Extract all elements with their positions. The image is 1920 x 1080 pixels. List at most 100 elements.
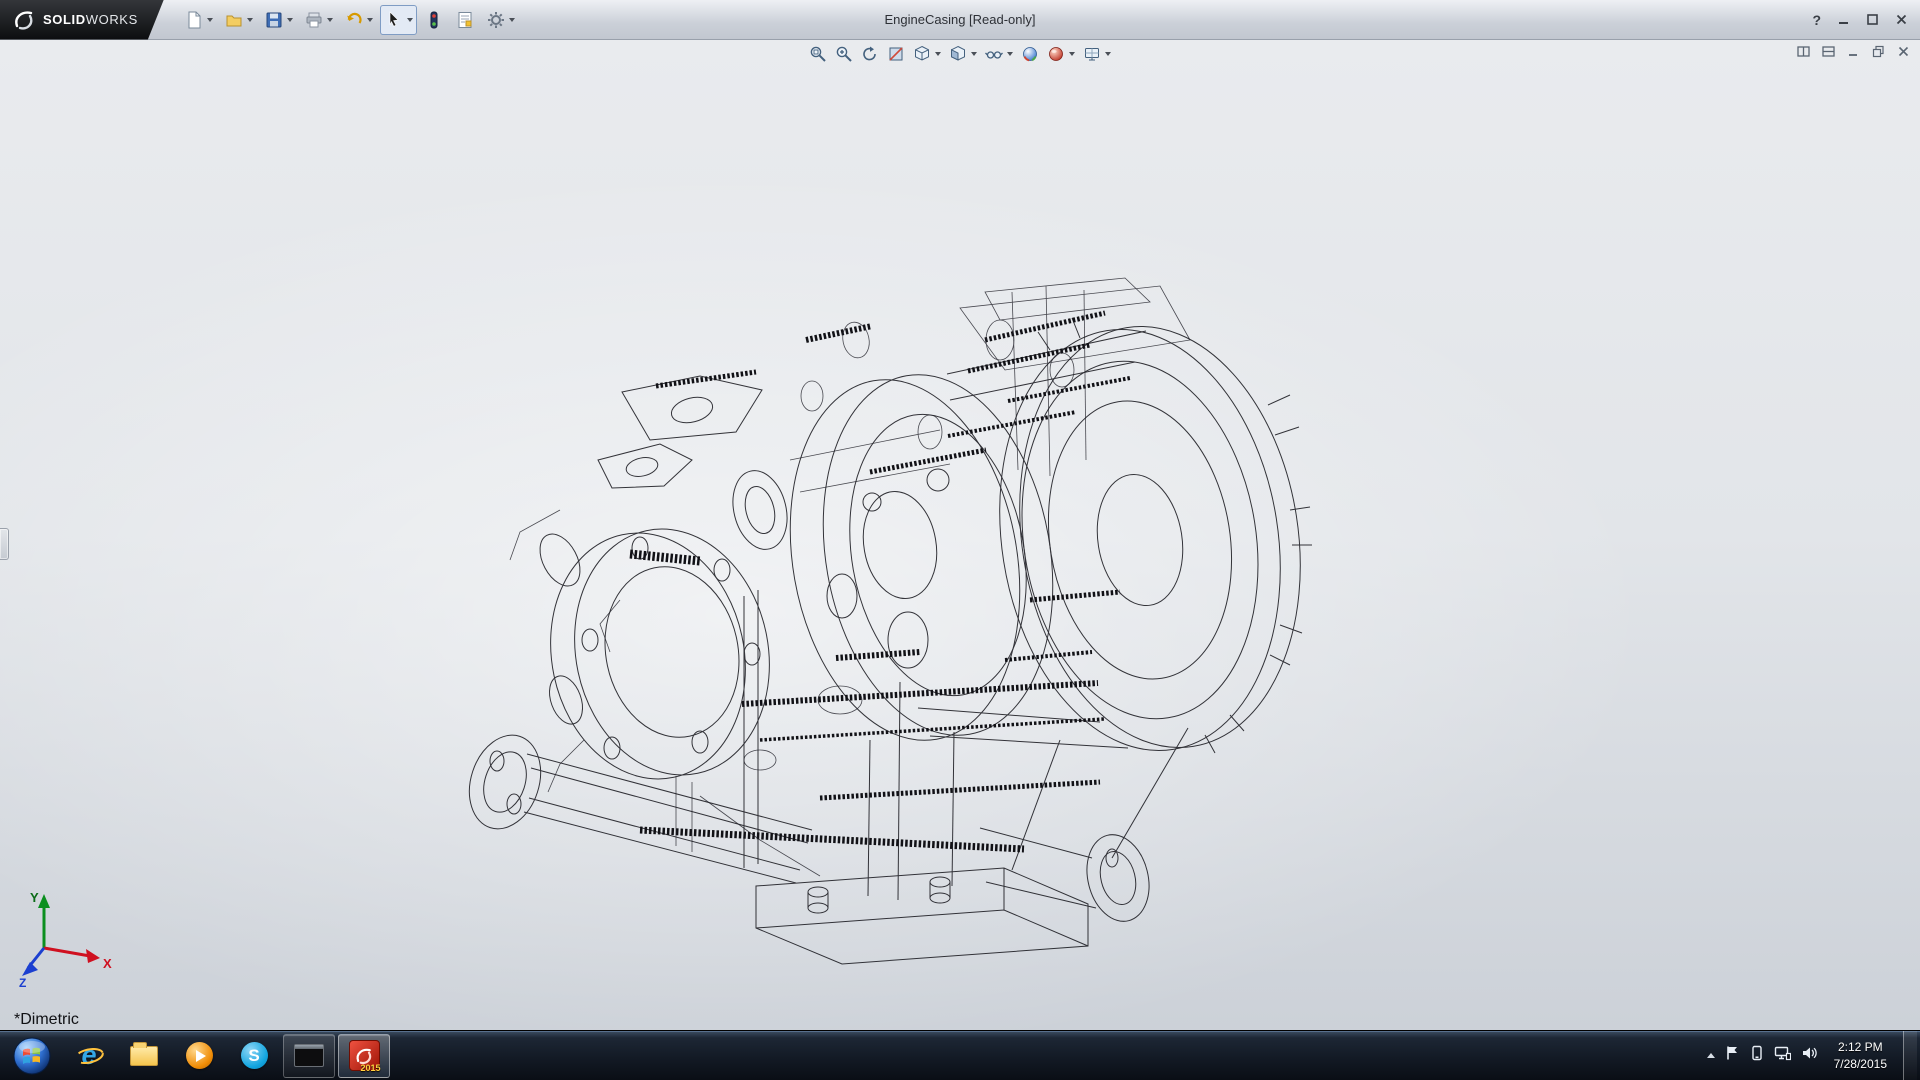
chevron-down-icon[interactable] [407,18,413,22]
chevron-down-icon[interactable] [367,18,373,22]
chevron-down-icon[interactable] [509,18,515,22]
media-player-icon [186,1042,213,1069]
print-button[interactable] [300,5,337,35]
chevron-down-icon[interactable] [1007,52,1013,56]
chevron-down-icon[interactable] [1105,52,1111,56]
taskbar-item-skype[interactable]: S [228,1034,280,1078]
apply-scene-button[interactable] [1047,45,1075,63]
new-document-icon [184,10,204,30]
folder-icon [130,1046,158,1066]
chevron-down-icon[interactable] [1069,52,1075,56]
zoom-to-area-button[interactable] [835,45,853,63]
new-document-button[interactable] [180,5,217,35]
solidworks-logo: SOLIDWORKS [0,0,164,40]
edit-appearance-ball-icon [1021,45,1039,63]
save-icon [264,10,284,30]
maximize-button[interactable] [1866,13,1879,26]
file-properties-icon [455,10,475,30]
pane-split-vertical-icon[interactable] [1797,45,1810,63]
model-wireframe[interactable] [0,40,1920,1030]
document-minimize-button[interactable] [1847,45,1860,63]
taskbar-item-media-player[interactable] [173,1034,225,1078]
select-button[interactable] [380,5,417,35]
device-icon[interactable] [1750,1045,1764,1066]
window-controls: ? [1812,12,1920,28]
system-tray: 2:12 PM 7/28/2015 [1707,1031,1920,1080]
start-button[interactable] [4,1034,60,1078]
chevron-down-icon[interactable] [287,18,293,22]
orientation-triad[interactable]: Y X Z [18,888,118,988]
view-orientation-button[interactable] [913,45,941,63]
display-style-button[interactable] [949,45,977,63]
chevron-down-icon[interactable] [935,52,941,56]
solidworks-window: SOLIDWORKS [0,0,1920,1080]
skype-icon: S [241,1042,268,1069]
taskbar: e S [0,1030,1920,1080]
titlebar: SOLIDWORKS [0,0,1920,40]
apply-scene-icon [1047,45,1065,63]
help-button[interactable]: ? [1812,12,1821,28]
hide-show-items-button[interactable] [985,45,1013,63]
action-center-flag-icon[interactable] [1725,1045,1740,1066]
taskbar-apps: e S [0,1031,390,1080]
view-orientation-label: *Dimetric [14,1011,79,1029]
chevron-down-icon[interactable] [207,18,213,22]
select-cursor-icon [384,10,404,30]
taskbar-item-internet-explorer[interactable]: e [63,1034,115,1078]
network-icon[interactable] [1774,1045,1791,1066]
open-folder-icon [224,10,244,30]
taskbar-item-windows-explorer[interactable] [118,1034,170,1078]
heads-up-toolbar [809,45,1111,63]
previous-view-icon [861,45,879,63]
zoom-to-fit-icon [809,45,827,63]
view-orientation-cube-icon [913,45,931,63]
document-close-button[interactable] [1897,45,1910,63]
save-button[interactable] [260,5,297,35]
graphics-area[interactable]: Y X Z *Dimetric [0,40,1920,1030]
command-prompt-icon [294,1044,324,1067]
solidworks-logo-icon [12,10,36,30]
taskbar-item-solidworks[interactable]: 2015 [338,1034,390,1078]
minimize-button[interactable] [1837,13,1850,26]
window-title: EngineCasing [Read-only] [884,12,1035,27]
view-settings-icon [1083,45,1101,63]
undo-button[interactable] [340,5,377,35]
pane-split-horizontal-icon[interactable] [1822,45,1835,63]
document-restore-button[interactable] [1872,45,1885,63]
featuremanager-collapsed-tab[interactable] [0,528,9,560]
zoom-to-fit-button[interactable] [809,45,827,63]
internet-explorer-icon: e [73,1040,105,1072]
triad-x-label: X [103,956,112,971]
solidworks-app-icon: 2015 [349,1040,380,1071]
taskbar-item-command-prompt[interactable] [283,1034,335,1078]
options-gear-icon [486,10,506,30]
main-toolbar [180,5,519,35]
close-button[interactable] [1895,13,1908,26]
file-properties-button[interactable] [451,5,479,35]
solidworks-version-badge: 2015 [360,1063,380,1073]
document-window-controls [1797,45,1910,63]
options-button[interactable] [482,5,519,35]
previous-view-button[interactable] [861,45,879,63]
chevron-down-icon[interactable] [971,52,977,56]
undo-icon [344,10,364,30]
hide-show-glasses-icon [985,45,1003,63]
show-desktop-button[interactable] [1903,1031,1917,1080]
show-hidden-icons-button[interactable] [1707,1053,1715,1058]
volume-icon[interactable] [1801,1045,1818,1066]
chevron-down-icon[interactable] [327,18,333,22]
edit-appearance-button[interactable] [1021,45,1039,63]
brand-text: SOLIDWORKS [43,11,138,29]
view-settings-button[interactable] [1083,45,1111,63]
windows-orb-icon [12,1036,52,1076]
print-icon [304,10,324,30]
section-view-button[interactable] [887,45,905,63]
chevron-down-icon[interactable] [247,18,253,22]
open-button[interactable] [220,5,257,35]
rebuild-button[interactable] [420,5,448,35]
taskbar-clock[interactable]: 2:12 PM 7/28/2015 [1828,1039,1893,1071]
section-view-icon [887,45,905,63]
rebuild-icon [424,10,444,30]
triad-y-label: Y [30,890,39,905]
zoom-to-area-icon [835,45,853,63]
